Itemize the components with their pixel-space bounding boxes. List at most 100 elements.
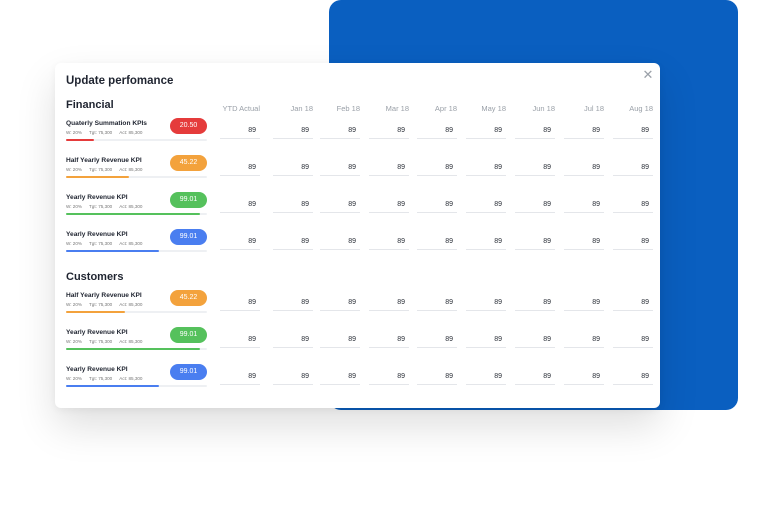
modal-title: Update perfomance [66,75,174,87]
value-input[interactable]: 89 [613,297,653,311]
value-input[interactable]: 89 [515,125,555,139]
value-input[interactable]: 89 [564,334,604,348]
value-input[interactable]: 89 [515,334,555,348]
value-input[interactable]: 89 [273,162,313,176]
value-input[interactable]: 89 [515,371,555,385]
value-input[interactable]: 89 [220,125,260,139]
value-input[interactable]: 89 [369,162,409,176]
kpi-meta: W: 20% Tgt: 75,300 Act: 85,300 [66,241,150,246]
value-input[interactable]: 89 [613,125,653,139]
value-input[interactable]: 89 [320,199,360,213]
kpi-score-badge[interactable]: 45.22 [170,155,207,171]
kpi-progress-bar [66,213,207,215]
value-input[interactable]: 89 [320,162,360,176]
value-input[interactable]: 89 [515,297,555,311]
value-input[interactable]: 89 [417,371,457,385]
kpi-score-badge[interactable]: 99.01 [170,192,207,208]
value-input[interactable]: 89 [273,199,313,213]
value-input[interactable]: 89 [369,334,409,348]
value-input[interactable]: 89 [220,371,260,385]
kpi-progress-fill [66,250,160,252]
value-input[interactable]: 89 [320,236,360,250]
kpi-actual: Act: 85,300 [119,241,143,246]
kpi-progress-bar [66,139,207,141]
value-input[interactable]: 89 [417,334,457,348]
value-input[interactable]: 89 [466,162,506,176]
value-input[interactable]: 89 [466,199,506,213]
value-input[interactable]: 89 [417,236,457,250]
kpi-progress-bar [66,176,207,178]
value-input[interactable]: 89 [564,162,604,176]
value-input[interactable]: 89 [220,162,260,176]
kpi-target: Tgt: 75,300 [89,167,113,172]
value-input[interactable]: 89 [613,334,653,348]
value-input[interactable]: 89 [273,334,313,348]
kpi-name: Yearly Revenue KPI [66,366,128,373]
value-input[interactable]: 89 [220,199,260,213]
value-input[interactable]: 89 [273,236,313,250]
value-input[interactable]: 89 [320,334,360,348]
kpi-score-badge[interactable]: 20.50 [170,118,207,134]
value-input[interactable]: 89 [466,334,506,348]
kpi-target: Tgt: 75,300 [89,376,113,381]
value-input[interactable]: 89 [515,162,555,176]
kpi-meta: W: 20% Tgt: 75,300 Act: 85,300 [66,376,150,381]
value-input[interactable]: 89 [369,297,409,311]
value-input[interactable]: 89 [466,297,506,311]
value-input[interactable]: 89 [220,236,260,250]
value-input[interactable]: 89 [369,199,409,213]
value-input[interactable]: 89 [417,297,457,311]
value-input[interactable]: 89 [564,125,604,139]
kpi-name: Half Yearly Revenue KPI [66,292,142,299]
kpi-actual: Act: 85,300 [119,339,143,344]
value-input[interactable]: 89 [515,236,555,250]
kpi-score-badge[interactable]: 99.01 [170,229,207,245]
value-input[interactable]: 89 [564,236,604,250]
kpi-name: Yearly Revenue KPI [66,329,128,336]
value-input[interactable]: 89 [466,125,506,139]
kpi-name: Yearly Revenue KPI [66,231,128,238]
value-input[interactable]: 89 [564,371,604,385]
value-input[interactable]: 89 [417,162,457,176]
value-input[interactable]: 89 [220,297,260,311]
value-input[interactable]: 89 [369,371,409,385]
kpi-weight: W: 20% [66,339,82,344]
value-input[interactable]: 89 [613,371,653,385]
kpi-actual: Act: 85,300 [119,204,143,209]
kpi-score-badge[interactable]: 99.01 [170,364,207,380]
value-input[interactable]: 89 [564,199,604,213]
kpi-score-badge[interactable]: 45.22 [170,290,207,306]
value-input[interactable]: 89 [613,199,653,213]
value-input[interactable]: 89 [320,297,360,311]
value-input[interactable]: 89 [320,371,360,385]
value-input[interactable]: 89 [320,125,360,139]
value-input[interactable]: 89 [417,199,457,213]
value-input[interactable]: 89 [613,162,653,176]
kpi-progress-fill [66,176,130,178]
value-input[interactable]: 89 [273,297,313,311]
value-input[interactable]: 89 [220,334,260,348]
value-input[interactable]: 89 [417,125,457,139]
value-input[interactable]: 89 [613,236,653,250]
value-input[interactable]: 89 [273,371,313,385]
value-input[interactable]: 89 [466,371,506,385]
kpi-progress-bar [66,311,207,313]
value-input[interactable]: 89 [273,125,313,139]
value-input[interactable]: 89 [564,297,604,311]
value-input[interactable]: 89 [369,125,409,139]
kpi-weight: W: 20% [66,167,82,172]
column-header: Aug 18 [629,104,653,113]
kpi-target: Tgt: 75,300 [89,241,113,246]
value-input[interactable]: 89 [515,199,555,213]
kpi-score-badge[interactable]: 99.01 [170,327,207,343]
kpi-actual: Act: 85,300 [119,130,143,135]
kpi-meta: W: 20% Tgt: 75,300 Act: 85,300 [66,302,150,307]
update-performance-modal: Update perfomance ✕ YTD Actual Jan 18 Feb … [55,63,660,408]
kpi-actual: Act: 85,300 [119,167,143,172]
kpi-weight: W: 20% [66,204,82,209]
section-title: Financial [66,99,114,111]
value-input[interactable]: 89 [466,236,506,250]
value-input[interactable]: 89 [369,236,409,250]
kpi-name: Half Yearly Revenue KPI [66,157,142,164]
close-icon[interactable]: ✕ [641,68,655,82]
